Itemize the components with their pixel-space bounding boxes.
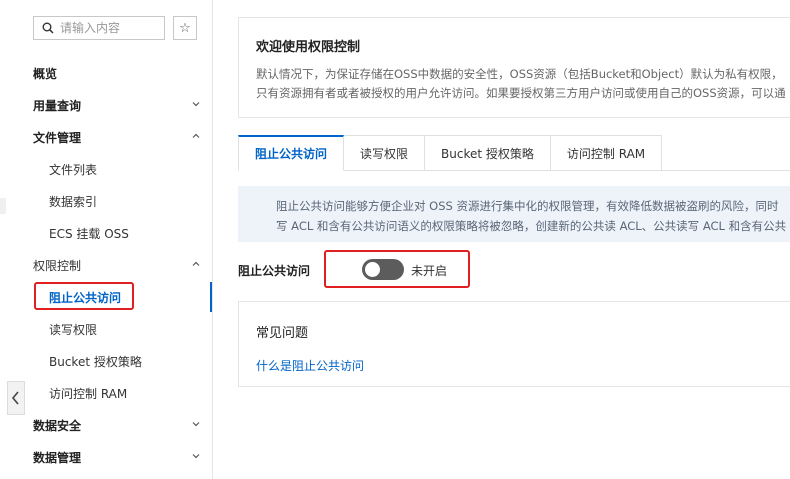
star-icon: ☆ xyxy=(179,20,191,36)
sidebar-item-label: ECS 挂载 OSS xyxy=(49,226,129,241)
chevron-up-icon xyxy=(192,133,200,138)
search-row: ☆ xyxy=(33,16,197,40)
tab-ram[interactable]: 访问控制 RAM xyxy=(550,135,663,171)
favorite-star-button[interactable]: ☆ xyxy=(173,16,197,40)
tab-read-write-permission[interactable]: 读写权限 xyxy=(344,135,426,171)
notice-line: 阻止公共访问能够方便企业对 OSS 资源进行集中化的权限管理，有效降低数据被盗刷… xyxy=(276,199,779,213)
sidebar-item-data-index[interactable]: 数据索引 xyxy=(0,186,212,216)
sidebar-item-file-list[interactable]: 文件列表 xyxy=(0,154,212,184)
tab-block-public-access[interactable]: 阻止公共访问 xyxy=(238,135,345,171)
sidebar-item-label: Bucket 授权策略 xyxy=(49,354,142,369)
block-public-access-row: 阻止公共访问 xyxy=(238,258,310,282)
sidebar-item-file-management[interactable]: 文件管理 xyxy=(0,122,212,152)
sidebar-item-label: 数据索引 xyxy=(49,194,98,209)
sidebar-item-label: 用量查询 xyxy=(33,98,82,113)
chevron-left-icon xyxy=(11,391,19,405)
tabs-divider xyxy=(655,170,790,171)
tab-bucket-policy[interactable]: Bucket 授权策略 xyxy=(425,135,551,171)
sidebar-item-label: 读写权限 xyxy=(49,322,98,337)
sidebar-item-label: 数据安全 xyxy=(33,418,82,433)
sidebar-item-label: 概览 xyxy=(33,66,58,81)
info-notice: 阻止公共访问能够方便企业对 OSS 资源进行集中化的权限管理，有效降低数据被盗刷… xyxy=(238,186,790,242)
faq-link-what-is-block-public-access[interactable]: 什么是阻止公共访问 xyxy=(256,357,364,374)
sidebar-item-overview[interactable]: 概览 xyxy=(0,58,212,88)
sidebar-item-block-public-access[interactable]: 阻止公共访问 xyxy=(0,282,212,312)
sidebar-item-label: 文件列表 xyxy=(49,162,98,177)
switch-knob xyxy=(365,262,380,277)
sidebar-item-label: 文件管理 xyxy=(33,130,82,145)
sidebar-item-label: 阻止公共访问 xyxy=(49,290,122,305)
chevron-up-icon xyxy=(192,261,200,266)
search-box[interactable] xyxy=(33,16,165,40)
sidebar-collapse-button[interactable] xyxy=(7,381,25,415)
sidebar: ☆ 概览 用量查询 文件管理 文件列表 数据索引 ECS 挂载 OSS 权限控制… xyxy=(0,0,213,479)
sidebar-item-access-control[interactable]: 权限控制 xyxy=(0,250,212,280)
active-indicator-bar xyxy=(210,282,212,312)
sidebar-item-label: 权限控制 xyxy=(33,258,82,273)
chevron-down-icon xyxy=(192,454,200,459)
sidebar-item-label: 数据管理 xyxy=(33,450,82,465)
notice-line: 写 ACL 和含有公共访问语义的权限策略将被忽略，创建新的公共读 ACL、公共读… xyxy=(276,219,787,233)
sidebar-item-read-write-permission[interactable]: 读写权限 xyxy=(0,314,212,344)
sidebar-item-bucket-policy[interactable]: Bucket 授权策略 xyxy=(0,346,212,376)
chevron-down-icon xyxy=(192,102,200,107)
faq-title: 常见问题 xyxy=(256,326,309,341)
sidebar-item-data-management[interactable]: 数据管理 xyxy=(0,442,212,472)
sidebar-item-usage[interactable]: 用量查询 xyxy=(0,90,212,120)
sidebar-item-ecs-mount[interactable]: ECS 挂载 OSS xyxy=(0,218,212,248)
search-input[interactable] xyxy=(60,21,160,35)
sidebar-item-data-security[interactable]: 数据安全 xyxy=(0,410,212,440)
chevron-down-icon xyxy=(192,422,200,427)
search-icon xyxy=(42,22,54,34)
switch-status-text: 未开启 xyxy=(411,264,448,278)
sidebar-item-ram[interactable]: 访问控制 RAM xyxy=(0,378,212,408)
block-public-access-switch[interactable] xyxy=(362,259,404,280)
faq-card: 常见问题 什么是阻止公共访问 xyxy=(238,301,790,387)
welcome-card: 欢迎使用权限控制 默认情况下，为保证存储在OSS中数据的安全性，OSS资源（包括… xyxy=(238,17,790,118)
block-public-access-label: 阻止公共访问 xyxy=(238,263,311,278)
sidebar-item-label: 访问控制 RAM xyxy=(49,386,128,401)
welcome-title: 欢迎使用权限控制 xyxy=(256,40,361,55)
permission-tabs: 阻止公共访问 读写权限 Bucket 授权策略 访问控制 RAM xyxy=(238,135,663,171)
welcome-description: 默认情况下，为保证存储在OSS中数据的安全性，OSS资源（包括Bucket和Ob… xyxy=(256,67,786,100)
